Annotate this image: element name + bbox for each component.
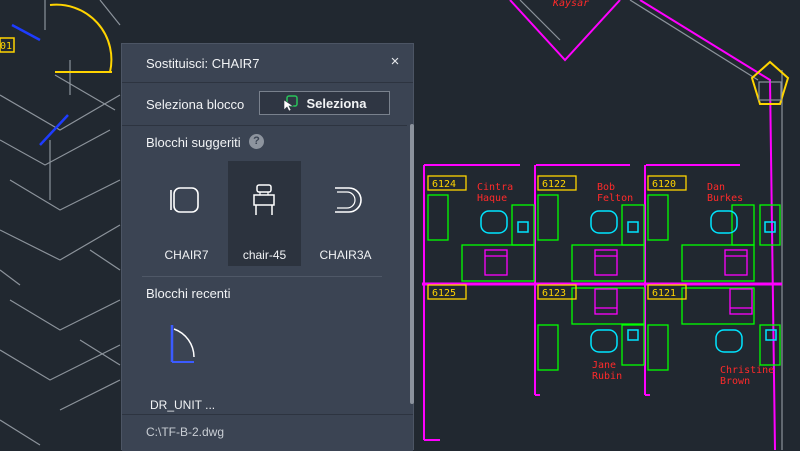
occupant-last-name: Brown [720,376,750,387]
select-button-label: Seleziona [306,95,367,111]
suggested-block-chair3a[interactable]: CHAIR3A [309,161,382,266]
chair3a-block-icon [335,187,362,213]
occupant-first-name: Christine [720,365,774,376]
help-icon[interactable]: ? [249,134,264,149]
room-number-6124: 6124 [432,179,456,190]
block-name: CHAIR7 [164,248,209,262]
select-button[interactable]: Seleziona [259,91,390,115]
file-path: C:\TF-B-2.dwg [146,425,225,439]
room-number-6121: 6121 [652,288,676,299]
occupant-last-name: Haque [477,193,507,204]
desk-chairs [484,249,753,315]
structure-lines [0,0,121,446]
suggested-block-chair-45[interactable]: chair-45 [228,161,301,266]
door-unit-block-icon [170,325,195,363]
room-number-6122: 6122 [542,179,566,190]
divider [122,125,407,126]
divider [142,276,382,277]
suggested-blocks-title: Blocchi suggeriti [146,135,241,150]
panel-scrollbar[interactable] [410,124,414,404]
recent-blocks-title: Blocchi recenti [146,286,231,301]
panel-header: Sostituisci: CHAIR7 × [122,44,413,83]
select-cursor-icon [283,95,298,111]
room-number-6123: 6123 [542,288,566,299]
recent-block-dr-unit[interactable] [150,312,223,392]
door-segments [11,23,69,146]
block-name: CHAIR3A [319,248,372,262]
chair-45-block-icon [253,184,275,215]
block-name: chair-45 [242,248,287,262]
chair7-block-icon [170,187,199,213]
room-number-6125: 6125 [432,288,456,299]
occupant-first-name: Jane [592,360,616,371]
select-block-label: Seleziona blocco [146,97,245,112]
panel-title: Sostituisci: CHAIR7 [146,56,260,71]
close-icon[interactable]: × [387,53,403,71]
replace-block-panel: Sostituisci: CHAIR7 × Seleziona blocco S… [121,43,414,451]
occupant-first-name: Dan [707,182,725,193]
occupant-first-name: Cintra [477,182,513,193]
suggested-block-chair7[interactable]: CHAIR7 [150,161,223,266]
panel-footer: C:\TF-B-2.dwg [122,414,413,451]
occupant-last-name: Felton [597,193,633,204]
left-room-tag: 01 [0,41,12,52]
room-number-6120: 6120 [652,179,676,190]
office-walls [422,164,782,441]
top-occupant-name: Kaysar [552,0,589,9]
occupant-last-name: Burkes [707,193,743,204]
door-swing [0,3,113,73]
occupant-last-name: Rubin [592,371,622,382]
occupant-first-name: Bob [597,182,615,193]
block-name: DR_UNIT ... [150,398,216,412]
